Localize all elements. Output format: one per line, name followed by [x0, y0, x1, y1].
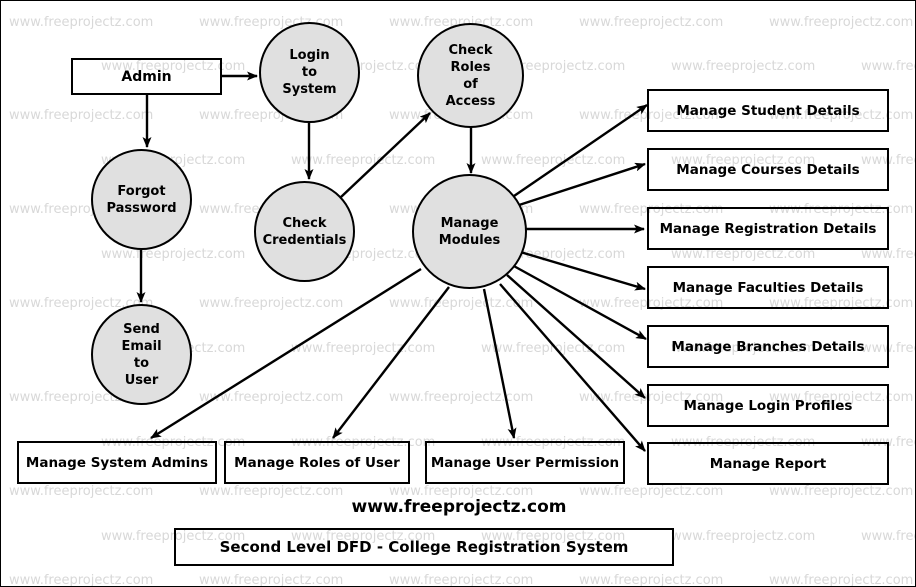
- diagram-title-box: Second Level DFD - College Registration …: [174, 528, 674, 566]
- process-check-credentials[interactable]: Check Credentials: [254, 181, 355, 282]
- module-manage-courses-details[interactable]: Manage Courses Details: [647, 148, 889, 191]
- entity-admin[interactable]: Admin: [71, 58, 222, 95]
- process-check-roles-of-access[interactable]: Check Roles of Access: [417, 23, 524, 128]
- module-manage-branches-details[interactable]: Manage Branches Details: [647, 325, 889, 368]
- node-layer: Admin Login to System Check Roles of Acc…: [1, 1, 915, 586]
- module-manage-user-permission[interactable]: Manage User Permission: [425, 441, 625, 484]
- module-manage-roles-of-user[interactable]: Manage Roles of User: [224, 441, 410, 484]
- module-manage-faculties-details[interactable]: Manage Faculties Details: [647, 266, 889, 309]
- module-manage-report[interactable]: Manage Report: [647, 442, 889, 485]
- module-manage-registration-details[interactable]: Manage Registration Details: [647, 207, 889, 250]
- module-manage-login-profiles[interactable]: Manage Login Profiles: [647, 384, 889, 427]
- process-login-to-system[interactable]: Login to System: [259, 22, 360, 123]
- process-forgot-password[interactable]: Forgot Password: [91, 149, 192, 250]
- module-manage-system-admins[interactable]: Manage System Admins: [17, 441, 217, 484]
- module-manage-student-details[interactable]: Manage Student Details: [647, 89, 889, 132]
- process-send-email-to-user[interactable]: Send Email to User: [91, 304, 192, 405]
- process-manage-modules[interactable]: Manage Modules: [412, 174, 527, 289]
- brand-caption: www.freeprojectz.com: [351, 497, 567, 517]
- dfd-diagram-canvas: www.freeprojectz.com www.freeprojectz.com…: [0, 0, 916, 587]
